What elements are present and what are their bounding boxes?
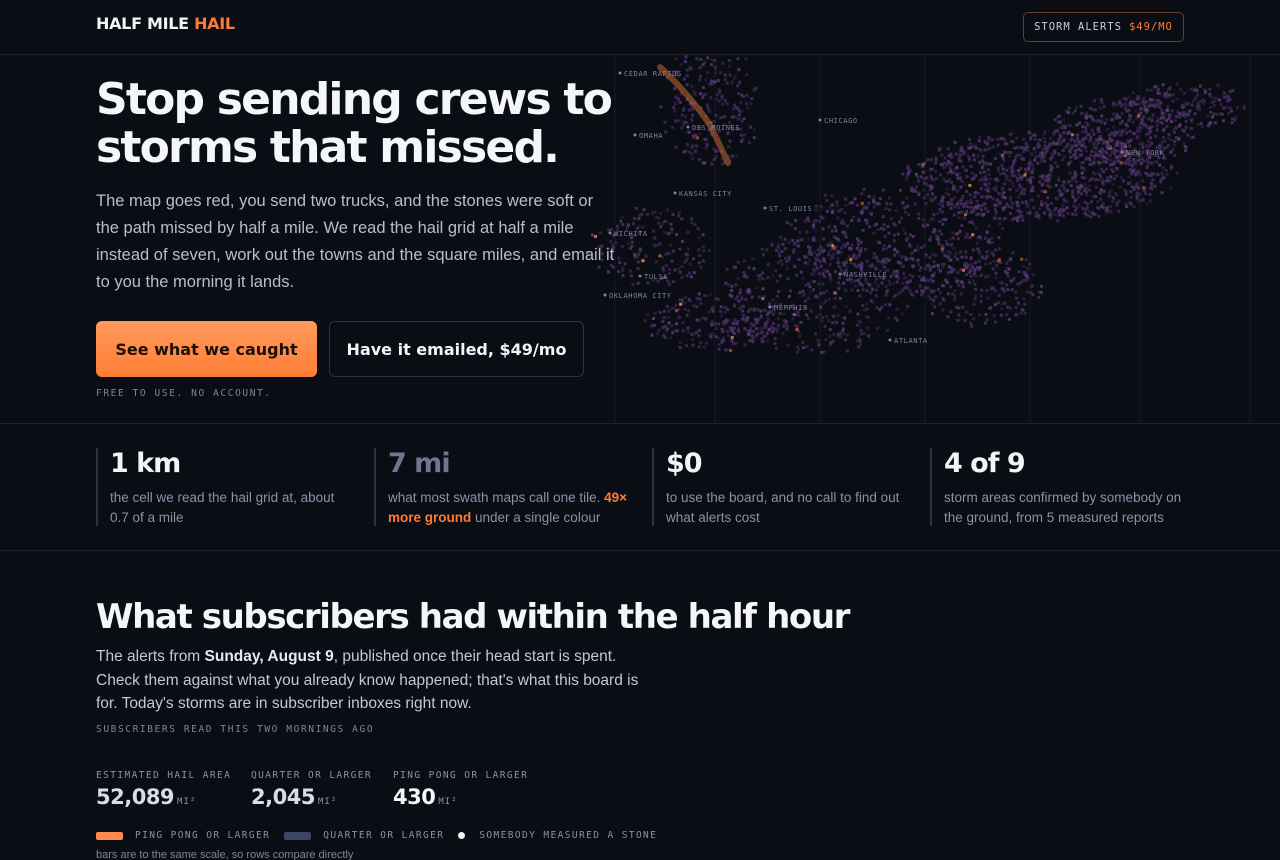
stat-text: the cell we read the hail grid at, about… — [110, 490, 335, 525]
hail-pixels — [585, 55, 1246, 354]
city-label: KANSAS CITY — [679, 190, 732, 198]
metric-ping-pong: PING PONG OR LARGER 430 MI² — [393, 770, 528, 809]
city-marker — [888, 338, 892, 342]
section-title: What subscribers had within the half hou… — [96, 597, 850, 637]
have-it-emailed-button[interactable]: Have it emailed, $49/mo — [329, 321, 584, 377]
stat-value: 1 km — [110, 448, 181, 479]
city-marker — [768, 305, 772, 309]
hero-title: Stop sending crews to storms that missed… — [96, 74, 613, 173]
city-label: CHICAGO — [824, 117, 858, 125]
metric-value: 52,089 — [96, 785, 175, 809]
ping-pong-swatch — [96, 831, 123, 840]
stat-cell-size: 1 km the cell we read the hail grid at, … — [96, 448, 354, 526]
stats-strip: 1 km the cell we read the hail grid at, … — [0, 423, 1280, 551]
stat-text: to use the board, and no call to find ou… — [666, 490, 900, 525]
stat-description: what most swath maps call one tile. 49× … — [388, 488, 632, 528]
stat-description: the cell we read the hail grid at, about… — [110, 488, 354, 528]
metric-value-wrap: 430 MI² — [393, 785, 528, 809]
legend-label-measured: SOMEBODY MEASURED A STONE — [479, 830, 658, 841]
metric-value: 430 — [393, 785, 436, 809]
section-body: The alerts from Sunday, August 9, publis… — [96, 645, 641, 716]
city-label: NEW YORK — [1126, 149, 1165, 157]
city-marker — [838, 272, 842, 276]
stat-tail: under a single colour — [471, 510, 601, 525]
stat-description: storm areas confirmed by somebody on the… — [944, 488, 1188, 528]
stat-cost: $0 to use the board, and no call to find… — [652, 448, 910, 526]
section-body-pre: The alerts from — [96, 648, 205, 665]
logo-main: HALF MILE — [96, 14, 189, 33]
city-label: OKLAHOMA CITY — [609, 292, 672, 300]
city-marker — [618, 71, 622, 75]
metric-estimated-area: ESTIMATED HAIL AREA 52,089 MI² — [96, 770, 231, 809]
scale-note: bars are to the same scale, so rows comp… — [96, 849, 354, 860]
legend-label-ping-pong: PING PONG OR LARGER — [135, 830, 271, 841]
free-note: FREE TO USE. NO ACCOUNT. — [96, 388, 272, 399]
storm-alerts-label: STORM ALERTS — [1034, 21, 1122, 33]
see-what-we-caught-button[interactable]: See what we caught — [96, 321, 317, 377]
city-label: ST. LOUIS — [769, 205, 812, 213]
city-label: MEMPHIS — [774, 304, 808, 312]
stat-value: 7 mi — [388, 448, 451, 479]
section-note: SUBSCRIBERS READ THIS TWO MORNINGS AGO — [96, 724, 375, 735]
logo-accent: HAIL — [194, 14, 235, 33]
city-marker — [686, 125, 690, 129]
metric-unit: MI² — [317, 797, 338, 807]
city-marker — [673, 191, 677, 195]
city-marker — [1120, 150, 1124, 154]
metric-value-wrap: 2,045 MI² — [251, 785, 372, 809]
legend-label-quarter: QUARTER OR LARGER — [323, 830, 445, 841]
stat-value: $0 — [666, 448, 703, 479]
city-label: NASHVILLE — [844, 271, 887, 279]
storm-alerts-button[interactable]: STORM ALERTS $49/MO — [1023, 12, 1184, 42]
city-label: TULSA — [644, 273, 668, 281]
stat-description: to use the board, and no call to find ou… — [666, 488, 910, 528]
city-label: DES MOINES — [692, 124, 740, 132]
metric-value: 2,045 — [251, 785, 315, 809]
metric-unit: MI² — [177, 797, 197, 807]
city-label: ATLANTA — [894, 337, 928, 345]
metric-value-wrap: 52,089 MI² — [96, 785, 231, 809]
measured-stone-dot-icon — [458, 832, 466, 839]
stat-value: 4 of 9 — [944, 448, 1026, 479]
top-bar: HALF MILE HAIL STORM ALERTS $49/MO — [0, 0, 1280, 55]
city-label: WICHITA — [614, 230, 648, 238]
section-date: Sunday, August 9 — [204, 648, 334, 665]
metric-unit: MI² — [438, 797, 458, 807]
metric-label: PING PONG OR LARGER — [393, 770, 529, 781]
metric-label: QUARTER OR LARGER — [251, 770, 373, 781]
hero-body: The map goes red, you send two trucks, a… — [96, 192, 615, 291]
metric-quarter: QUARTER OR LARGER 2,045 MI² — [251, 770, 372, 809]
stat-swath-tile: 7 mi what most swath maps call one tile.… — [374, 448, 632, 526]
legend: PING PONG OR LARGER QUARTER OR LARGER SO… — [96, 830, 671, 841]
stat-text: storm areas confirmed by somebody on the… — [944, 490, 1182, 525]
city-marker — [818, 118, 822, 122]
quarter-swatch — [284, 831, 312, 840]
city-marker — [638, 274, 642, 278]
metric-label: ESTIMATED HAIL AREA — [96, 770, 232, 781]
logo[interactable]: HALF MILE HAIL — [96, 14, 235, 33]
stat-text: what most swath maps call one tile. — [388, 490, 605, 505]
storm-alerts-price: $49/MO — [1128, 21, 1173, 33]
stat-confirmed: 4 of 9 storm areas confirmed by somebody… — [930, 448, 1188, 526]
city-marker — [763, 206, 767, 210]
